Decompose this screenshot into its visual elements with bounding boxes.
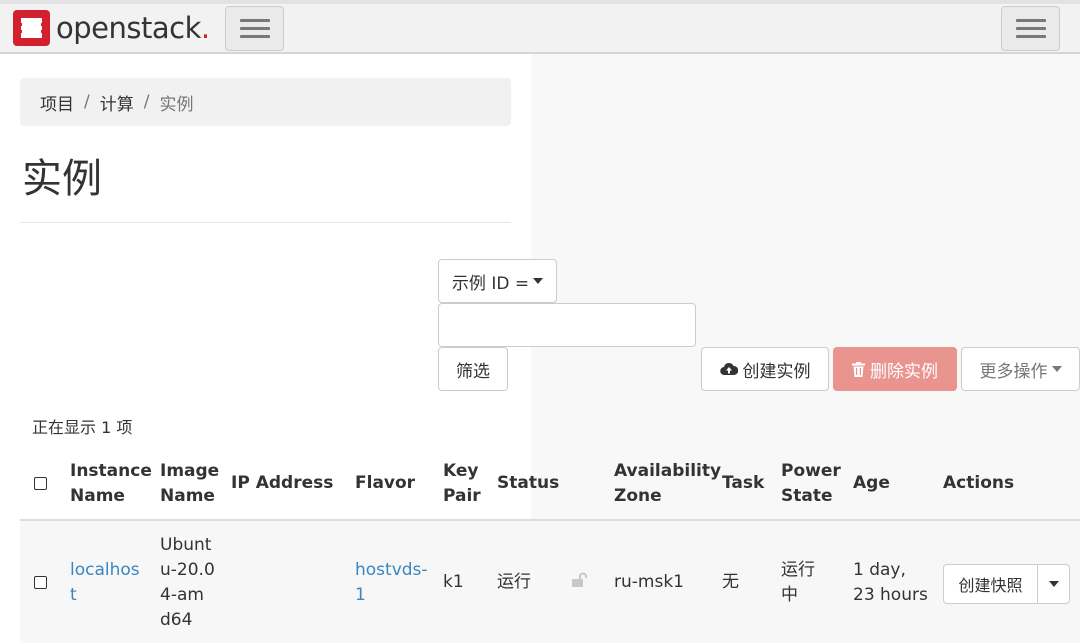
filter-type-label: 示例 ID = <box>451 273 530 294</box>
brand-name: openstack. <box>56 11 210 45</box>
breadcrumb-item-project[interactable]: 项目 <box>40 90 74 115</box>
row-actions-dropdown-toggle[interactable] <box>1037 564 1070 604</box>
caret-down-icon <box>533 278 544 284</box>
delete-instance-label: 删除实例 <box>870 361 938 382</box>
flavor-link[interactable]: hostvds- 1 <box>355 558 428 608</box>
caret-down-icon <box>1048 581 1059 587</box>
breadcrumb-item-instances: 实例 <box>159 94 194 115</box>
column-header-key-pair[interactable]: Key Pair <box>443 459 481 509</box>
breadcrumb: 项目 / 计算 / 实例 <box>20 78 511 126</box>
column-header-availability-zone[interactable]: Availability Zone <box>614 459 721 509</box>
breadcrumb-item-compute[interactable]: 计算 <box>100 90 134 115</box>
openstack-logo-icon <box>13 10 50 46</box>
create-instance-button[interactable]: 创建实例 <box>701 347 829 391</box>
row-select-checkbox[interactable] <box>34 576 47 589</box>
page-title: 实例 <box>22 156 102 202</box>
lock-open-icon <box>571 571 589 596</box>
caret-down-icon <box>1051 366 1062 372</box>
column-header-power-state[interactable]: Power State <box>781 459 841 509</box>
column-header-flavor[interactable]: Flavor <box>355 471 415 496</box>
item-count: 正在显示 1 项 <box>32 418 133 437</box>
instance-name-link[interactable]: localhos t <box>70 558 140 608</box>
column-header-actions: Actions <box>943 473 1015 493</box>
menu-icon <box>1015 19 1046 22</box>
breadcrumb-separator: / <box>143 92 150 112</box>
create-instance-label: 创建实例 <box>742 361 811 382</box>
status-cell: 运行 <box>497 572 531 592</box>
availability-zone-cell: ru-msk1 <box>614 572 684 592</box>
column-header-image-name[interactable]: Image Name <box>160 459 219 509</box>
image-name-cell: Ubunt u-20.0 4-am d64 <box>160 535 215 630</box>
select-all-checkbox[interactable] <box>34 477 47 490</box>
breadcrumb-separator: / <box>84 92 90 112</box>
task-cell: 无 <box>722 572 739 592</box>
trash-icon <box>852 361 865 377</box>
more-actions-dropdown[interactable]: 更多操作 <box>961 347 1080 391</box>
navbar-toggle-button[interactable] <box>1001 6 1060 51</box>
create-snapshot-button[interactable]: 创建快照 <box>943 564 1038 604</box>
more-actions-label: 更多操作 <box>979 361 1048 382</box>
menu-icon <box>239 19 270 22</box>
filter-input[interactable] <box>438 303 696 347</box>
delete-instance-button[interactable]: 删除实例 <box>833 347 957 391</box>
divider <box>20 222 511 223</box>
age-cell: 1 day, 23 hours <box>853 560 928 605</box>
filter-button[interactable]: 筛选 <box>438 347 508 391</box>
cloud-upload-icon <box>719 362 738 376</box>
column-header-instance-name[interactable]: Instance Name <box>70 459 152 509</box>
filter-type-dropdown[interactable]: 示例 ID = <box>438 259 557 303</box>
column-header-age[interactable]: Age <box>853 471 890 496</box>
power-state-cell: 运行中 <box>781 560 815 605</box>
sidebar-toggle-button[interactable] <box>225 6 284 51</box>
column-header-task[interactable]: Task <box>722 471 764 496</box>
column-header-status[interactable]: Status <box>497 471 559 496</box>
key-pair-cell: k1 <box>443 572 464 592</box>
column-header-ip-address[interactable]: IP Address <box>231 471 333 496</box>
top-navbar: openstack. <box>0 0 1080 54</box>
brand-logo[interactable]: openstack. <box>13 10 210 46</box>
